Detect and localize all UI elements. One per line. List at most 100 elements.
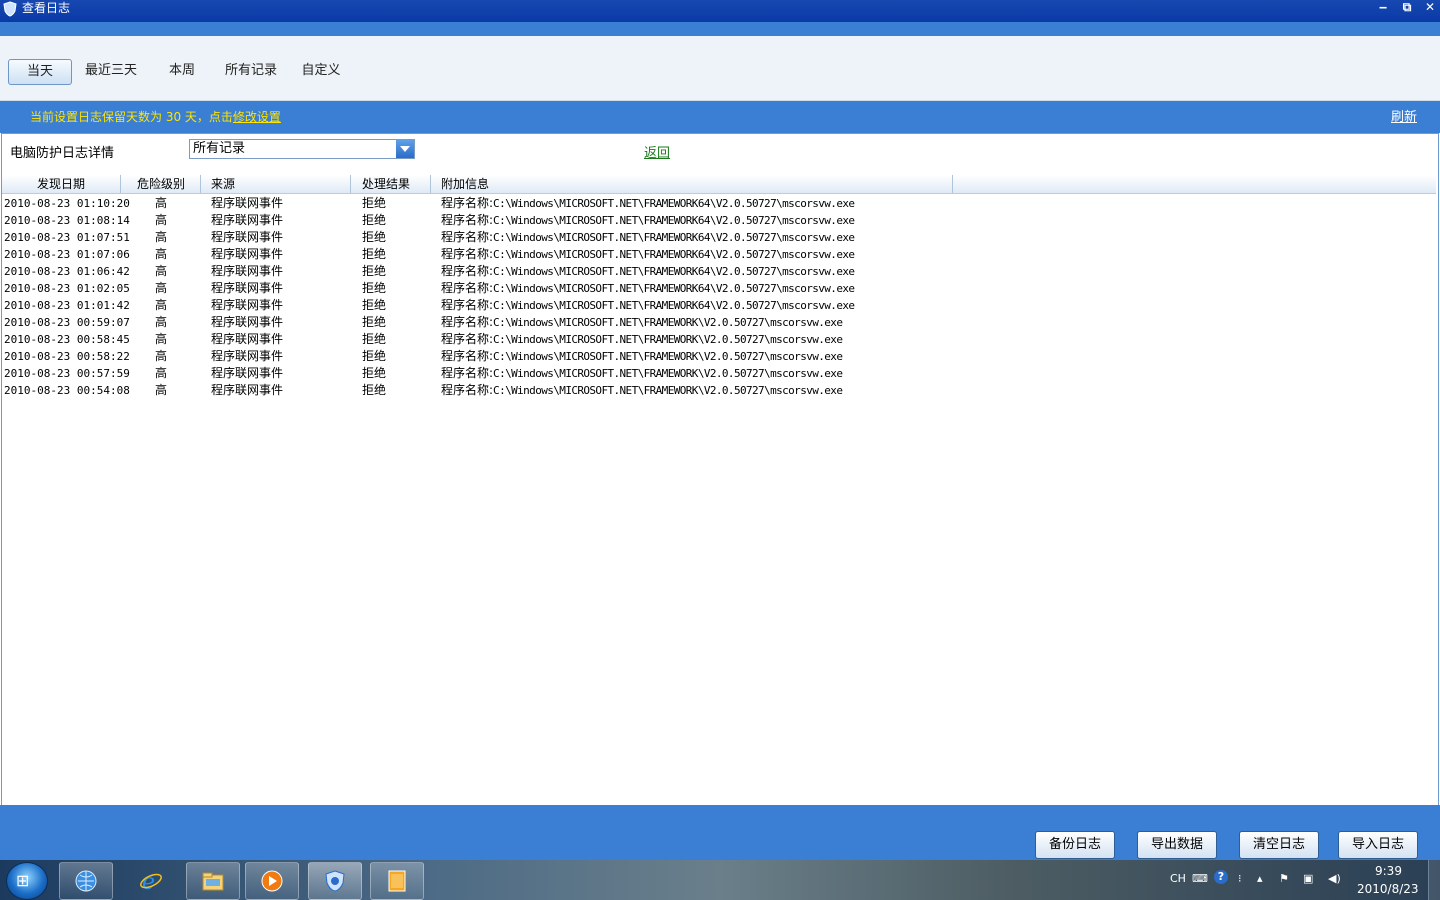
cell-level: 高: [155, 264, 168, 278]
table-row[interactable]: 2010-08-23 00:59:07 高 程序联网事件 拒绝 程序名称:C:\Wind…: [2, 314, 1436, 331]
table-row[interactable]: 2010-08-23 01:01:42 高 程序联网事件 拒绝 程序名称:C:\Wind…: [2, 297, 1436, 314]
col-header-source[interactable]: 来源: [211, 176, 235, 193]
cell-date: 2010-08-23 00:58:45: [4, 333, 130, 346]
cell-source: 程序联网事件: [211, 213, 284, 227]
cell-info-prefix: 程序名称:: [441, 366, 494, 380]
tab-this-week[interactable]: 本周: [160, 59, 204, 83]
table-row[interactable]: 2010-08-23 01:10:20 高 程序联网事件 拒绝 程序名称:C:\Wind…: [2, 195, 1436, 212]
cell-date: 2010-08-23 00:58:22: [4, 350, 130, 363]
import-log-button[interactable]: 导入日志: [1338, 831, 1418, 859]
cell-info-path: C:\Windows\MICROSOFT.NET\FRAMEWORK64\V2.…: [493, 265, 855, 278]
windows-logo-icon: ⊞: [16, 871, 30, 890]
cell-result: 拒绝: [362, 298, 387, 312]
title-bar: [0, 0, 1440, 22]
export-data-button[interactable]: 导出数据: [1137, 831, 1217, 859]
cell-info: 程序名称:C:\Windows\MICROSOFT.NET\FRAMEWORK\…: [441, 314, 843, 331]
table-row[interactable]: 2010-08-23 00:58:45 高 程序联网事件 拒绝 程序名称:C:\Wind…: [2, 331, 1436, 348]
internet-explorer-icon: e: [140, 870, 162, 893]
title-stripe: [0, 22, 1440, 36]
tab-today[interactable]: 当天: [8, 59, 72, 85]
tab-all-records[interactable]: 所有记录: [220, 59, 282, 83]
table-row[interactable]: 2010-08-23 00:54:08 高 程序联网事件 拒绝 程序名称:C:\Wind…: [2, 382, 1436, 399]
close-button[interactable]: ✕: [1420, 0, 1440, 16]
cell-info-prefix: 程序名称:: [441, 332, 494, 346]
cell-level: 高: [155, 247, 168, 261]
clear-log-button[interactable]: 清空日志: [1239, 831, 1319, 859]
column-divider[interactable]: [430, 175, 431, 193]
table-row[interactable]: 2010-08-23 01:06:42 高 程序联网事件 拒绝 程序名称:C:\Wind…: [2, 263, 1436, 280]
minimize-button[interactable]: ‒: [1373, 0, 1393, 16]
cell-info-prefix: 程序名称:: [441, 349, 494, 363]
column-divider[interactable]: [120, 175, 121, 193]
taskbar-app-media[interactable]: [245, 862, 299, 900]
table-row[interactable]: 2010-08-23 01:02:05 高 程序联网事件 拒绝 程序名称:C:\Wind…: [2, 280, 1436, 297]
table-row[interactable]: 2010-08-23 00:58:22 高 程序联网事件 拒绝 程序名称:C:\Wind…: [2, 348, 1436, 365]
cell-info: 程序名称:C:\Windows\MICROSOFT.NET\FRAMEWORK\…: [441, 382, 843, 399]
log-type-label: 电脑防护日志详情: [10, 146, 115, 161]
show-hidden-icons-icon[interactable]: ▴: [1257, 872, 1263, 885]
taskbar-app-globe[interactable]: [59, 862, 113, 900]
back-link[interactable]: 返回: [644, 142, 670, 161]
cell-info-prefix: 程序名称:: [441, 281, 494, 295]
ime-options-icon[interactable]: ⁝: [1238, 872, 1242, 885]
taskbar-app-notepad[interactable]: [370, 862, 424, 900]
column-divider[interactable]: [952, 175, 953, 193]
cell-result: 拒绝: [362, 247, 387, 261]
cell-date: 2010-08-23 01:01:42: [4, 299, 130, 312]
taskbar-app-ie[interactable]: e: [124, 862, 178, 900]
record-filter-select[interactable]: 所有记录: [189, 139, 415, 159]
cell-result: 拒绝: [362, 349, 387, 363]
taskbar-app-security[interactable]: [308, 862, 362, 900]
security-shield-icon: [325, 870, 345, 892]
network-icon[interactable]: ▣: [1303, 872, 1313, 885]
col-header-info[interactable]: 附加信息: [441, 176, 489, 193]
column-divider[interactable]: [200, 175, 201, 193]
col-header-result[interactable]: 处理结果: [362, 176, 410, 193]
col-header-level[interactable]: 危险级别: [137, 176, 185, 193]
table-row[interactable]: 2010-08-23 01:07:51 高 程序联网事件 拒绝 程序名称:C:\Wind…: [2, 229, 1436, 246]
cell-level: 高: [155, 196, 168, 210]
modify-settings-link[interactable]: 修改设置: [233, 110, 281, 124]
cell-info-path: C:\Windows\MICROSOFT.NET\FRAMEWORK\V2.0.…: [493, 350, 843, 363]
backup-log-button[interactable]: 备份日志: [1035, 831, 1115, 859]
file-explorer-icon: [202, 872, 224, 891]
cell-source: 程序联网事件: [211, 196, 284, 210]
table-row[interactable]: 2010-08-23 00:57:59 高 程序联网事件 拒绝 程序名称:C:\Wind…: [2, 365, 1436, 382]
volume-icon[interactable]: ◀): [1328, 872, 1341, 885]
taskbar-app-explorer[interactable]: [186, 862, 240, 900]
cell-level: 高: [155, 349, 168, 363]
cell-source: 程序联网事件: [211, 281, 284, 295]
cell-level: 高: [155, 332, 168, 346]
cell-info-prefix: 程序名称:: [441, 315, 494, 329]
col-header-date[interactable]: 发现日期: [37, 176, 85, 193]
clock-time[interactable]: 9:39: [1375, 864, 1402, 878]
cell-result: 拒绝: [362, 281, 387, 295]
cell-date: 2010-08-23 00:54:08: [4, 384, 130, 397]
help-icon[interactable]: ?: [1214, 870, 1228, 884]
action-center-flag-icon[interactable]: ⚑: [1279, 872, 1289, 885]
tab-custom[interactable]: 自定义: [296, 59, 346, 83]
cell-level: 高: [155, 315, 168, 329]
tab-last-three-days[interactable]: 最近三天: [80, 59, 142, 83]
show-desktop-button[interactable]: [1428, 860, 1440, 900]
chevron-down-icon[interactable]: [396, 140, 414, 158]
cell-result: 拒绝: [362, 383, 387, 397]
cell-level: 高: [155, 230, 168, 244]
cell-date: 2010-08-23 01:02:05: [4, 282, 130, 295]
cell-result: 拒绝: [362, 230, 387, 244]
refresh-link[interactable]: 刷新: [1391, 106, 1417, 125]
cell-source: 程序联网事件: [211, 247, 284, 261]
language-indicator[interactable]: CH: [1170, 872, 1186, 885]
table-row[interactable]: 2010-08-23 01:07:06 高 程序联网事件 拒绝 程序名称:C:\Wind…: [2, 246, 1436, 263]
clock-date[interactable]: 2010/8/23: [1357, 882, 1419, 896]
table-row[interactable]: 2010-08-23 01:08:14 高 程序联网事件 拒绝 程序名称:C:\Wind…: [2, 212, 1436, 229]
keyboard-icon[interactable]: ⌨: [1192, 872, 1208, 885]
cell-level: 高: [155, 383, 168, 397]
column-divider[interactable]: [350, 175, 351, 193]
cell-info: 程序名称:C:\Windows\MICROSOFT.NET\FRAMEWORK6…: [441, 263, 855, 280]
cell-level: 高: [155, 213, 168, 227]
restore-button[interactable]: ⧉: [1397, 0, 1417, 16]
cell-result: 拒绝: [362, 196, 387, 210]
cell-date: 2010-08-23 00:57:59: [4, 367, 130, 380]
window-title: 查看日志: [22, 1, 71, 15]
